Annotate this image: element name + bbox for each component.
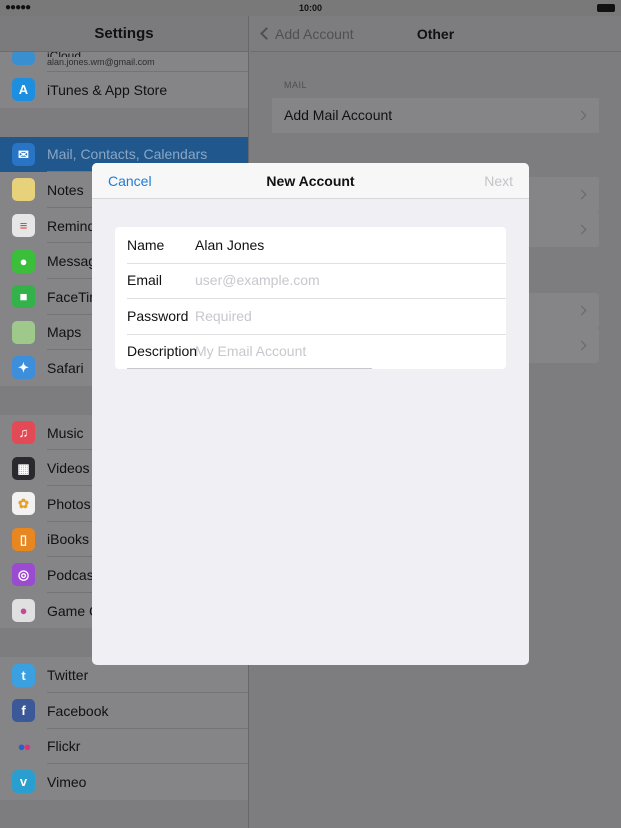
bubbles-icon: ●: [12, 599, 35, 623]
description-field[interactable]: [195, 334, 506, 369]
sidebar-item-label: Vimeo: [47, 773, 87, 790]
f-icon: f: [12, 699, 35, 723]
sidebar-item-label: Music: [47, 424, 84, 441]
email-row: Email: [115, 262, 506, 299]
bird-icon: t: [12, 663, 35, 687]
mail-section-header: MAIL: [284, 80, 308, 90]
field-underline: [127, 368, 372, 369]
chevron-right-icon: [576, 189, 587, 200]
music-note-icon: ♫: [12, 421, 35, 445]
chevron-right-icon: [576, 110, 587, 121]
list-icon: ≡: [12, 214, 35, 238]
sidebar-item-label: iTunes & App Store: [47, 81, 168, 98]
password-label: Password: [127, 307, 189, 324]
detail-title: Other: [416, 26, 455, 42]
sidebar-item-label: Notes: [47, 181, 84, 198]
email-label: Email: [127, 272, 163, 289]
new-account-modal: Cancel New Account Next Name Email Passw…: [92, 163, 529, 665]
password-row: Password: [115, 298, 506, 334]
sidebar-item-label: Facebook: [47, 702, 109, 719]
sidebar-item-facebook[interactable]: f Facebook: [0, 693, 248, 729]
sidebar-item-label: Twitter: [47, 667, 89, 684]
v-icon: v: [12, 770, 35, 794]
flower-icon: ✿: [12, 492, 35, 516]
modal-nav-bar: Cancel New Account Next: [92, 163, 529, 199]
modal-title: New Account: [266, 173, 355, 189]
clapperboard-icon: ▦: [12, 456, 35, 480]
chevron-right-icon: [576, 305, 587, 316]
dots-icon: ●●: [12, 734, 35, 758]
map-icon: [12, 320, 35, 344]
sidebar-item-label: Safari: [47, 359, 84, 376]
podcast-icon: ◎: [12, 563, 35, 587]
account-form: Name Email Password Description: [115, 227, 506, 369]
sidebar-item-label: iBooks: [47, 531, 90, 548]
description-label: Description: [127, 343, 198, 360]
sidebar-item-itunes[interactable]: A iTunes & App Store: [0, 72, 248, 108]
book-icon: ▯: [12, 527, 35, 551]
video-camera-icon: ■: [12, 285, 35, 309]
description-row: Description: [115, 333, 506, 369]
notes-icon: [12, 178, 35, 202]
chevron-right-icon: [576, 224, 587, 235]
add-mail-account-label: Add Mail Account: [284, 107, 393, 123]
chevron-right-icon: [576, 340, 587, 351]
icloud-email: alan.jones.wm@gmail.com: [47, 56, 155, 67]
sidebar-title: Settings: [0, 16, 248, 52]
sidebar-item-flickr[interactable]: ●● Flickr: [0, 729, 248, 765]
sidebar-item-icloud[interactable]: iCloud alan.jones.wm@gmail.com: [0, 52, 248, 72]
envelope-icon: ✉: [12, 142, 35, 166]
speech-bubble-icon: ●: [12, 249, 35, 273]
status-bar: ●●●●● 10:00: [0, 0, 621, 16]
email-field[interactable]: [195, 263, 506, 298]
sidebar-item-label: Flickr: [47, 738, 81, 755]
sidebar-item-vimeo[interactable]: v Vimeo: [0, 764, 248, 800]
status-time: 10:00: [298, 3, 323, 13]
next-button[interactable]: Next: [484, 163, 513, 199]
icloud-icon: [12, 52, 35, 65]
name-row: Name: [115, 227, 506, 263]
add-mail-account-row[interactable]: Add Mail Account: [272, 98, 599, 133]
sidebar-group-social: t Twitter f Facebook ●● Flickr v Vimeo: [0, 657, 248, 800]
password-field[interactable]: [195, 298, 506, 333]
sidebar-item-label: Maps: [47, 324, 82, 341]
sidebar-group-accounts: iCloud alan.jones.wm@gmail.com A iTunes …: [0, 52, 248, 108]
app-store-icon: A: [12, 78, 35, 102]
compass-icon: ✦: [12, 356, 35, 380]
battery-icon: [597, 4, 615, 12]
name-label: Name: [127, 236, 165, 253]
detail-nav-bar: Add Account Other: [250, 16, 621, 52]
sidebar-item-label: Mail, Contacts, Calendars: [47, 146, 208, 163]
sidebar-item-label: Videos: [47, 460, 90, 477]
name-field[interactable]: [195, 227, 506, 262]
